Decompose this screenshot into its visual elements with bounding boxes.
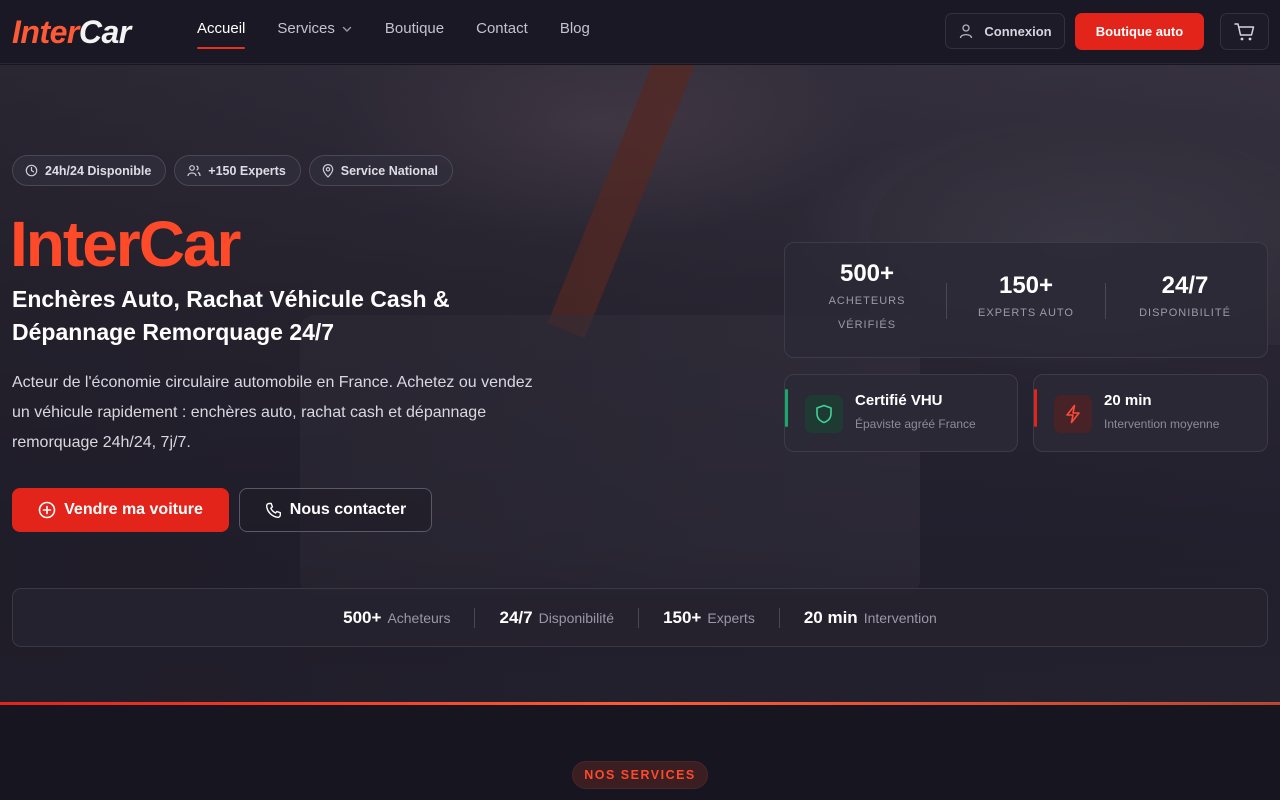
shop-label: Boutique auto bbox=[1095, 24, 1184, 39]
stats-card: 500+ Acheteurs vérifiés 150+ Experts aut… bbox=[784, 242, 1268, 358]
nav-link-label: Contact bbox=[476, 20, 528, 37]
login-button[interactable]: Connexion bbox=[945, 13, 1065, 49]
clock-icon bbox=[25, 164, 38, 177]
sell-car-label: Vendre ma voiture bbox=[64, 501, 203, 518]
intervention-time-card: 20 min Intervention moyenne bbox=[1033, 374, 1268, 452]
logo-part-1: Inter bbox=[12, 14, 79, 50]
nav-link-boutique[interactable]: Boutique bbox=[385, 0, 444, 64]
stats-strip: 500+ Acheteurs 24/7 Disponibilité 150+ E… bbox=[12, 588, 1268, 647]
stat-availability: 24/7 Disponibilité bbox=[1105, 243, 1265, 359]
bolt-icon bbox=[1054, 395, 1092, 433]
hero-subtitle: Enchères Auto, Rachat Véhicule Cash & Dé… bbox=[12, 286, 450, 345]
stat-experts: 150+ Experts auto bbox=[946, 243, 1106, 359]
strip-label: Experts bbox=[707, 609, 755, 626]
card-subtitle: Intervention moyenne bbox=[1104, 417, 1220, 431]
nav-link-label: Boutique bbox=[384, 20, 445, 37]
stat-label: Disponibilité bbox=[1139, 307, 1231, 319]
strip-label: Acheteurs bbox=[387, 609, 451, 626]
location-pin-icon bbox=[322, 163, 334, 178]
strip-value: 150+ bbox=[663, 607, 702, 627]
nav-link-services[interactable]: Services bbox=[277, 0, 353, 64]
contact-button[interactable]: Nous contacter bbox=[239, 488, 432, 532]
strip-item-intervention: 20 min Intervention bbox=[780, 608, 961, 628]
chip-label: +150 Experts bbox=[208, 163, 286, 178]
strip-item-availability: 24/7 Disponibilité bbox=[475, 608, 638, 628]
accent-bar bbox=[1034, 389, 1037, 427]
top-navbar: InterCar Accueil Services Boutique Conta… bbox=[0, 0, 1280, 64]
stat-value: 500+ bbox=[839, 260, 895, 287]
cart-icon bbox=[1233, 22, 1254, 40]
strip-label: Intervention bbox=[863, 609, 937, 626]
chip-experts: +150 Experts bbox=[174, 155, 301, 186]
nav-link-label: Services bbox=[277, 20, 335, 37]
chip-label: 24h/24 Disponible bbox=[45, 163, 152, 178]
logo-part-2: Car bbox=[78, 14, 131, 50]
sell-car-button[interactable]: Vendre ma voiture bbox=[12, 488, 229, 532]
stat-label: Acheteurs vérifiés bbox=[828, 295, 906, 331]
strip-label: Disponibilité bbox=[538, 609, 615, 626]
hero-description: Acteur de l'économie circulaire automobi… bbox=[12, 374, 533, 451]
stat-buyers: 500+ Acheteurs vérifiés bbox=[787, 243, 947, 359]
stat-label: Experts auto bbox=[978, 307, 1074, 319]
accent-bar bbox=[785, 389, 788, 427]
users-icon bbox=[187, 165, 201, 177]
strip-value: 24/7 bbox=[499, 607, 533, 627]
stat-value: 150+ bbox=[998, 272, 1054, 299]
plus-circle-icon bbox=[38, 501, 56, 519]
nav-link-contact[interactable]: Contact bbox=[476, 0, 528, 64]
hero-title: InterCar bbox=[10, 208, 241, 280]
nav-link-accueil[interactable]: Accueil bbox=[197, 0, 246, 64]
stat-value: 24/7 bbox=[1161, 272, 1209, 299]
strip-item-experts: 150+ Experts bbox=[639, 608, 779, 628]
logo[interactable]: InterCar bbox=[12, 13, 131, 51]
card-subtitle: Épaviste agréé France bbox=[855, 417, 976, 431]
cart-button[interactable] bbox=[1220, 13, 1269, 50]
chevron-down-icon bbox=[342, 26, 352, 32]
section-divider-line bbox=[0, 702, 1280, 705]
nav-link-label: Accueil bbox=[197, 20, 246, 37]
chip-label: Service National bbox=[340, 163, 439, 178]
phone-icon bbox=[265, 502, 281, 518]
section-badge: NOS SERVICES bbox=[572, 761, 708, 789]
nav-link-label: Blog bbox=[559, 20, 590, 37]
main-nav: Accueil Services Boutique Contact Blog bbox=[197, 0, 590, 64]
vhu-certified-card: Certifié VHU Épaviste agréé France bbox=[784, 374, 1018, 452]
shield-icon bbox=[805, 395, 843, 433]
strip-value: 500+ bbox=[343, 607, 382, 627]
chip-availability: 24h/24 Disponible bbox=[12, 155, 167, 186]
strip-item-buyers: 500+ Acheteurs bbox=[319, 608, 474, 628]
user-icon bbox=[960, 24, 973, 39]
strip-value: 20 min bbox=[803, 607, 858, 627]
feature-chips: 24h/24 Disponible +150 Experts Service N… bbox=[12, 155, 454, 186]
card-title: 20 min bbox=[1104, 392, 1152, 409]
contact-label: Nous contacter bbox=[289, 501, 407, 518]
chip-national: Service National bbox=[308, 155, 454, 186]
card-title: Certifié VHU bbox=[855, 392, 943, 409]
login-label: Connexion bbox=[984, 23, 1052, 39]
shop-button[interactable]: Boutique auto bbox=[1075, 13, 1204, 50]
nav-link-blog[interactable]: Blog bbox=[560, 0, 590, 64]
